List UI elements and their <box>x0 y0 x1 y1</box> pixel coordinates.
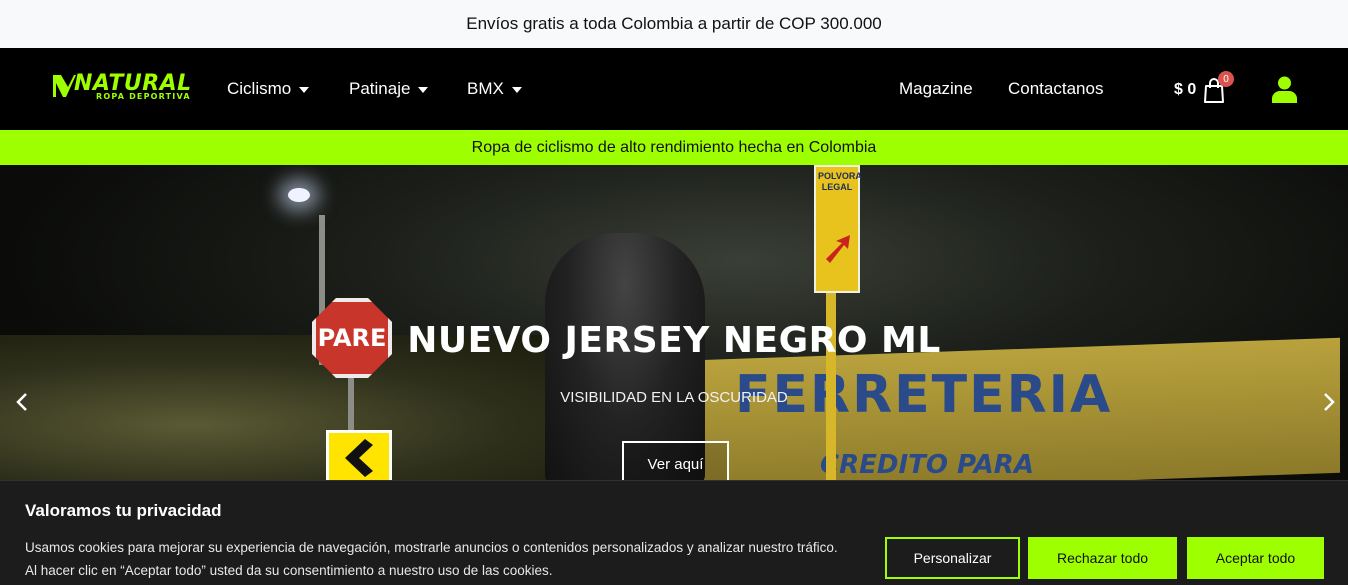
nav-magazine[interactable]: Magazine <box>899 48 973 130</box>
nav-label: Patinaje <box>349 79 411 98</box>
cookie-accept-button[interactable]: Aceptar todo <box>1187 537 1324 579</box>
cookie-customize-button[interactable]: Personalizar <box>885 537 1020 579</box>
nav-label: Ciclismo <box>227 79 292 98</box>
hero-slider: FERRETERIA CREDITO PARA PARE POLVORA LEG… <box>0 165 1348 485</box>
hero-title: NUEVO JERSEY NEGRO ML <box>407 320 941 361</box>
chevron-down-icon <box>418 87 429 93</box>
chevron-left-icon[interactable] <box>13 390 33 414</box>
chevron-down-icon <box>511 87 522 93</box>
nav-label: Magazine <box>899 79 973 98</box>
road-sign-text: POLVORA LEGAL <box>818 171 862 192</box>
road-sign-post <box>826 285 836 485</box>
promo-text: Ropa de ciclismo de alto rendimiento hec… <box>471 138 877 156</box>
cookie-text-line-1: Usamos cookies para mejorar su experienc… <box>25 540 838 555</box>
logo-tagline: ROPA DEPORTIVA <box>96 92 191 101</box>
announcement-text: Envíos gratis a toda Colombia a partir d… <box>466 14 882 33</box>
nav-contactanos[interactable]: Contactanos <box>1008 48 1103 130</box>
cookie-text: Usamos cookies para mejorar su experienc… <box>25 536 875 582</box>
hero-cta-button[interactable]: Ver aquí <box>622 441 729 485</box>
nav-patinaje[interactable]: Patinaje <box>349 48 429 130</box>
logo-mark-icon <box>53 75 76 97</box>
street-lamp <box>288 188 310 202</box>
site-header: NATURAL ROPA DEPORTIVA Ciclismo Patinaje… <box>0 48 1348 130</box>
cookie-banner: Valoramos tu privacidad Usamos cookies p… <box>0 480 1348 585</box>
cart-count-badge: 0 <box>1218 71 1234 87</box>
cart-total[interactable]: $ 0 <box>1174 81 1196 99</box>
chevron-down-icon <box>299 87 310 93</box>
nav-bmx[interactable]: BMX <box>467 48 522 130</box>
hero-wall-text-2: CREDITO PARA <box>820 450 1034 480</box>
chevron-road-sign <box>326 430 392 485</box>
hero-subtitle: VISIBILIDAD EN LA OSCURIDAD <box>560 389 788 406</box>
user-account-icon[interactable] <box>1272 76 1297 103</box>
site-logo[interactable]: NATURAL ROPA DEPORTIVA <box>52 71 194 107</box>
cookie-text-line-2: Al hacer clic en “Aceptar todo” usted da… <box>25 563 553 578</box>
promo-strip: Ropa de ciclismo de alto rendimiento hec… <box>0 130 1348 165</box>
announcement-bar: Envíos gratis a toda Colombia a partir d… <box>0 0 1348 48</box>
cookie-reject-button[interactable]: Rechazar todo <box>1028 537 1177 579</box>
nav-ciclismo[interactable]: Ciclismo <box>227 48 310 130</box>
nav-label: BMX <box>467 79 504 98</box>
chevron-right-icon[interactable] <box>1318 390 1338 414</box>
nav-label: Contactanos <box>1008 79 1104 98</box>
cookie-title: Valoramos tu privacidad <box>25 501 222 520</box>
